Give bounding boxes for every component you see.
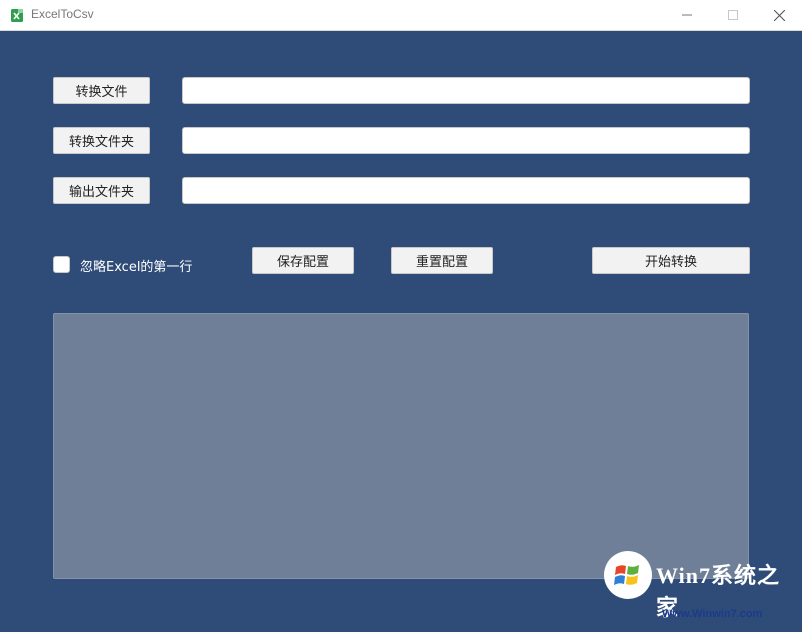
main-panel: 转换文件 转换文件夹 输出文件夹 忽略Excel的第一行 保存配置 重置配置 开… (0, 31, 802, 632)
save-config-button[interactable]: 保存配置 (252, 247, 354, 274)
window-title: ExcelToCsv (31, 7, 94, 21)
minimize-icon (682, 14, 692, 16)
minimize-button[interactable] (664, 0, 710, 30)
convert-folder-path-input[interactable] (182, 127, 750, 154)
maximize-button[interactable] (710, 0, 756, 30)
output-folder-button[interactable]: 输出文件夹 (53, 177, 150, 204)
convert-folder-button[interactable]: 转换文件夹 (53, 127, 150, 154)
maximize-icon (728, 10, 738, 20)
skip-first-row-label: 忽略Excel的第一行 (80, 260, 193, 275)
close-icon (773, 9, 785, 21)
close-button[interactable] (756, 0, 802, 30)
reset-config-button[interactable]: 重置配置 (391, 247, 493, 274)
site-watermark: Win7系统之家 Www.Winwin7.com (604, 548, 802, 632)
start-convert-button[interactable]: 开始转换 (592, 247, 750, 274)
excel-icon (11, 9, 23, 22)
windows-logo-icon (604, 551, 652, 599)
watermark-url: Www.Winwin7.com (662, 608, 763, 620)
skip-first-row-checkbox[interactable] (53, 256, 70, 273)
title-bar[interactable]: ExcelToCsv (0, 0, 802, 31)
convert-file-path-input[interactable] (182, 77, 750, 104)
log-output-area[interactable] (53, 313, 749, 579)
convert-file-button[interactable]: 转换文件 (53, 77, 150, 104)
output-folder-path-input[interactable] (182, 177, 750, 204)
